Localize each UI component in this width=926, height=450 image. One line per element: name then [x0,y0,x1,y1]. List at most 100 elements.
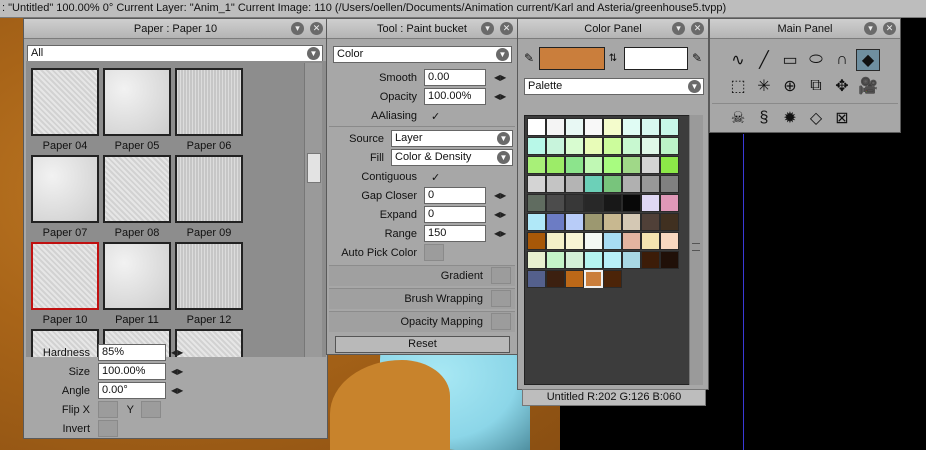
palette-color-cell[interactable] [660,175,679,193]
palette-color-cell[interactable] [584,194,603,212]
transform-icon[interactable]: ✥ [830,75,854,97]
palette-color-cell[interactable] [603,137,622,155]
close-icon[interactable]: ✕ [310,22,323,35]
palette-color-cell[interactable] [527,137,546,155]
palette-color-cell[interactable] [546,213,565,231]
palette-color-cell[interactable] [527,232,546,250]
palette-color-cell[interactable] [584,175,603,193]
palette-color-cell[interactable] [603,156,622,174]
palette-color-cell[interactable] [660,118,679,136]
tool-mode-select[interactable]: Color ▼ [333,46,512,63]
hardness-field[interactable]: 85% [98,344,166,361]
palette-color-cell[interactable] [584,251,603,269]
palette-color-cell[interactable] [527,118,546,136]
palette-color-cell[interactable] [565,194,584,212]
paper-thumbnail[interactable] [175,329,243,357]
expand-stepper[interactable]: ◀▶ [494,210,506,219]
palette-color-cell[interactable] [565,270,584,288]
collapse-icon[interactable]: ▾ [291,22,304,35]
hardness-stepper[interactable]: ◀▶ [171,348,183,357]
palette-color-cell[interactable] [622,232,641,250]
palette-color-cell[interactable] [527,251,546,269]
rotate-canvas-icon[interactable]: ◇ [804,107,828,129]
secondary-color-swatch[interactable] [624,47,688,70]
collapse-icon[interactable]: ▾ [864,22,877,35]
gap-closer-field[interactable]: 0 [424,187,486,204]
paper-thumbnail[interactable] [31,242,99,310]
ellipse-icon[interactable]: ⬭ [804,49,828,71]
palette-color-cell[interactable] [641,175,660,193]
rectangle-icon[interactable]: ▭ [778,49,802,71]
palette-color-cell[interactable] [660,156,679,174]
scrollbar-grip[interactable] [692,243,700,251]
paper-filter-select[interactable]: All ▼ [27,45,323,62]
palette-color-cell[interactable] [546,194,565,212]
gradient-section[interactable]: Gradient [329,265,515,286]
eyedropper-icon[interactable]: ✎ [690,46,704,70]
angle-stepper[interactable]: ◀▶ [171,386,183,395]
palette-color-cell[interactable] [565,232,584,250]
palette-color-cell[interactable] [565,175,584,193]
palette-color-cell[interactable] [565,156,584,174]
clear-icon[interactable]: ⊠ [830,107,854,129]
close-icon[interactable]: ✕ [883,22,896,35]
palette-color-cell[interactable] [660,213,679,231]
reset-button[interactable]: Reset [335,336,510,353]
gradient-toggle[interactable] [491,267,511,284]
palette-color-cell[interactable] [546,175,565,193]
primary-color-swatch[interactable] [539,47,605,70]
palette-color-cell[interactable] [641,156,660,174]
palette-color-cell[interactable] [603,194,622,212]
flipy-checkbox[interactable] [141,401,161,418]
palette-color-cell[interactable] [565,118,584,136]
swap-colors-icon[interactable]: ⇅ [606,46,620,70]
freehand-line-icon[interactable]: ∿ [726,49,750,71]
aaliasing-checkbox[interactable]: ✓ [431,110,440,123]
palette-color-cell[interactable] [622,137,641,155]
smudge-icon[interactable]: ✹ [778,107,802,129]
palette-color-cell[interactable] [622,194,641,212]
flipx-checkbox[interactable] [98,401,118,418]
palette-color-cell[interactable] [641,213,660,231]
skull-icon[interactable]: ☠ [726,107,750,129]
palette-color-cell[interactable] [584,232,603,250]
paper-thumbnail[interactable] [31,155,99,223]
range-field[interactable]: 150 [424,225,486,242]
palette-color-cell[interactable] [546,156,565,174]
size-field[interactable]: 100.00% [98,363,166,380]
paper-thumbnail[interactable] [103,242,171,310]
contiguous-checkbox[interactable]: ✓ [431,171,440,184]
palette-color-cell[interactable] [565,213,584,231]
palette-color-cell[interactable] [622,175,641,193]
palette-color-cell[interactable] [641,118,660,136]
paper-thumbnail[interactable] [175,68,243,136]
palette-color-cell[interactable] [584,156,603,174]
close-icon[interactable]: ✕ [691,22,704,35]
color-panel-titlebar[interactable]: Color Panel ▾ ✕ [518,19,708,39]
palette-color-cell[interactable] [603,251,622,269]
palette-color-cell[interactable] [603,232,622,250]
warp-icon[interactable]: § [752,107,776,129]
palette-select[interactable]: Palette ▼ [524,78,704,95]
palette-color-cell[interactable] [641,194,660,212]
paper-thumbnail[interactable] [31,68,99,136]
auto-pick-checkbox[interactable] [424,244,444,261]
pan-icon[interactable]: ⊕ [778,75,802,97]
palette-color-cell[interactable] [546,270,565,288]
gap-closer-stepper[interactable]: ◀▶ [494,191,506,200]
tool-panel-titlebar[interactable]: Tool : Paint bucket ▾ ✕ [327,19,517,39]
paper-thumbnail[interactable] [175,242,243,310]
palette-color-cell[interactable] [565,251,584,269]
size-stepper[interactable]: ◀▶ [171,367,183,376]
palette-color-cell[interactable] [622,213,641,231]
palette-color-cell[interactable] [622,156,641,174]
palette-color-cell[interactable] [527,194,546,212]
magic-wand-icon[interactable]: ✳ [752,75,776,97]
palette-color-cell[interactable] [584,137,603,155]
palette-color-cell[interactable] [660,194,679,212]
selection-icon[interactable]: ⬚ [726,75,750,97]
camera-icon[interactable]: 🎥 [856,75,880,97]
palette-color-cell[interactable] [603,213,622,231]
main-panel-titlebar[interactable]: Main Panel ▾ ✕ [710,19,900,39]
crop-icon[interactable]: ⧉ [804,75,828,97]
